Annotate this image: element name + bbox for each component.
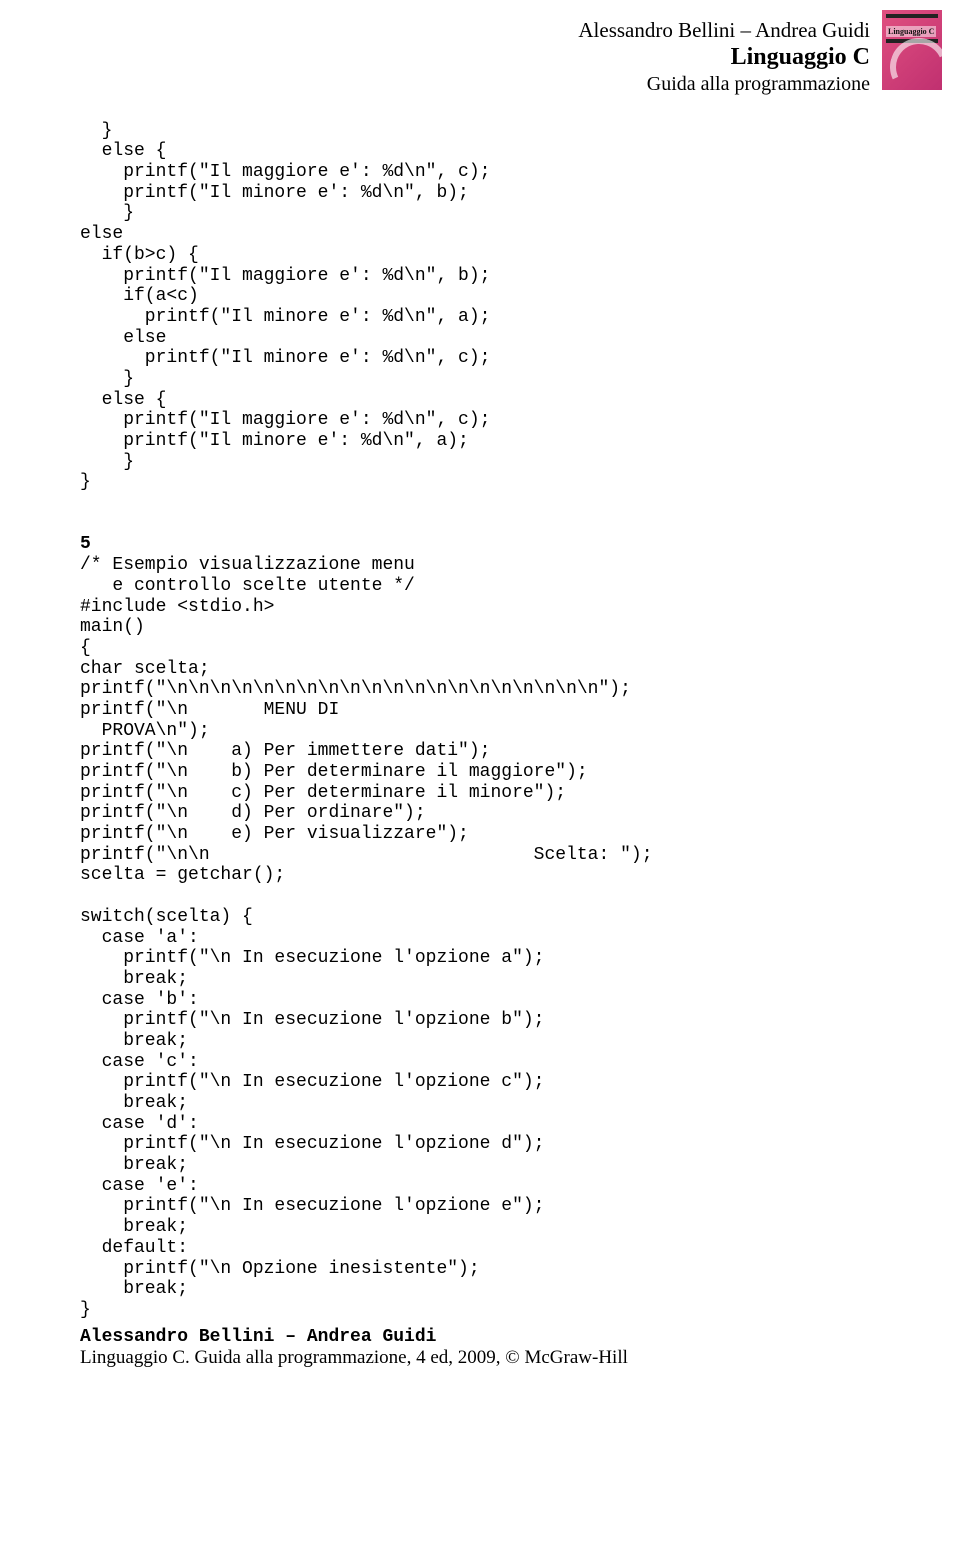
page-footer: Alessandro Bellini – Andrea Guidi Lingua… bbox=[80, 1327, 880, 1369]
book-cover-thumbnail: Linguaggio C bbox=[882, 10, 942, 90]
footer-edition: Linguaggio C. Guida alla programmazione,… bbox=[80, 1347, 880, 1369]
footer-authors: Alessandro Bellini – Andrea Guidi bbox=[80, 1327, 880, 1347]
code-listing: } else { printf("Il maggiore e': %d\n", … bbox=[80, 100, 880, 1321]
example-number: 5 bbox=[80, 534, 91, 554]
page-header: Alessandro Bellini – Andrea Guidi Lingua… bbox=[450, 18, 870, 96]
code-block-2: /* Esempio visualizzazione menu e contro… bbox=[80, 555, 653, 1320]
cover-decoration bbox=[886, 14, 938, 18]
book-title: Linguaggio C bbox=[450, 43, 870, 72]
cover-title: Linguaggio C bbox=[886, 26, 936, 37]
authors-line: Alessandro Bellini – Andrea Guidi bbox=[450, 18, 870, 43]
code-block-1: } else { printf("Il maggiore e': %d\n", … bbox=[80, 121, 490, 493]
book-subtitle: Guida alla programmazione bbox=[450, 72, 870, 96]
